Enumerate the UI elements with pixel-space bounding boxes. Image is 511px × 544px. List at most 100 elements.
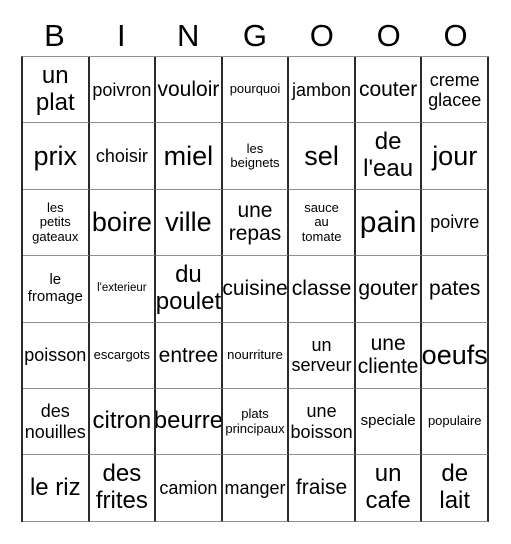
bingo-cell[interactable]: classe [289, 256, 356, 323]
bingo-cell[interactable]: populaire [422, 388, 489, 456]
bingo-cell[interactable]: citron [89, 388, 157, 456]
bingo-cell-text: du poulet [156, 260, 222, 315]
bingo-cell-text: pain [359, 205, 417, 239]
bingo-cell-text: pates [429, 277, 481, 301]
bingo-cell[interactable]: pates [422, 256, 489, 323]
bingo-cell-text: les petits gateaux [32, 199, 79, 244]
bingo-cell[interactable]: pourquoi [222, 57, 290, 124]
bingo-cell-text: une repas [228, 198, 282, 246]
bingo-cell[interactable]: un serveur [289, 322, 356, 389]
bingo-cell-text: pourquoi [229, 81, 281, 97]
bingo-cell-text: jambon [292, 79, 352, 100]
bingo-cell[interactable]: le fromage [23, 256, 90, 323]
bingo-cell-text: gouter [358, 277, 418, 301]
bingo-cell[interactable]: prix [23, 123, 90, 190]
bingo-cell-text: fraise [295, 476, 348, 500]
bingo-cell[interactable]: gouter [355, 256, 423, 323]
bingo-cell[interactable]: fraise [289, 455, 356, 522]
bingo-cell[interactable]: nourriture [222, 322, 290, 389]
bingo-cell-text: une boisson [290, 401, 353, 442]
bingo-cell-text: des frites [95, 460, 148, 515]
bingo-cell-text: ville [165, 207, 212, 238]
bingo-cell[interactable]: cuisine [222, 256, 290, 323]
bingo-cell[interactable]: poivron [89, 57, 157, 124]
bingo-cell[interactable]: plats principaux [222, 388, 290, 456]
bingo-cell[interactable]: sauce au tomate [289, 189, 356, 257]
bingo-cell[interactable]: jambon [289, 57, 356, 124]
bingo-cell[interactable]: pain [355, 189, 423, 257]
bingo-cell-text: un plat [35, 61, 75, 116]
bingo-cell-text: manger [224, 477, 286, 498]
bingo-cell[interactable]: entree [156, 322, 223, 389]
bingo-cell[interactable]: boire [89, 189, 157, 257]
bingo-cell-text: populaire [427, 413, 482, 429]
bingo-cell[interactable]: manger [222, 455, 290, 522]
bingo-cell-text: de lait [439, 460, 471, 515]
bingo-cell[interactable]: sel [289, 123, 356, 190]
bingo-cell-text: des nouilles [24, 401, 86, 442]
bingo-cell[interactable]: miel [156, 123, 223, 190]
bingo-header-letter-1: I [88, 14, 155, 56]
bingo-cell[interactable]: poivre [422, 189, 489, 257]
bingo-cell[interactable]: couter [355, 57, 423, 124]
bingo-cell[interactable]: de l'eau [355, 123, 423, 190]
bingo-cell-text: cuisine [222, 277, 288, 301]
bingo-cell[interactable]: l'exterieur [89, 256, 157, 323]
bingo-header-letter-2: N [155, 14, 222, 56]
bingo-cell[interactable]: poisson [23, 322, 90, 389]
bingo-cell-text: poisson [24, 345, 87, 366]
bingo-cell[interactable]: une cliente [355, 322, 423, 389]
bingo-cell[interactable]: camion [156, 455, 223, 522]
bingo-cell[interactable]: speciale [355, 388, 423, 456]
bingo-cell-text: creme glacee [428, 69, 482, 110]
bingo-header-letter-3: G [222, 14, 289, 56]
bingo-cell[interactable]: des nouilles [23, 388, 90, 456]
bingo-cell[interactable]: beurre [156, 388, 223, 456]
bingo-cell-text: entree [158, 343, 219, 367]
bingo-cell-text: plats principaux [225, 406, 285, 436]
header-letter-text: I [116, 17, 126, 53]
bingo-cell-text: les beignets [230, 140, 280, 171]
bingo-cell-text: l'exterieur [97, 282, 147, 295]
bingo-cell-text: sel [304, 140, 339, 171]
bingo-cell[interactable]: une boisson [289, 388, 356, 456]
header-letter-text: O [443, 17, 468, 53]
bingo-header-letter-4: O [288, 14, 355, 56]
bingo-cell-text: classe [291, 277, 352, 301]
bingo-cell-text: prix [33, 140, 78, 171]
bingo-cell-text: choisir [95, 146, 148, 166]
bingo-cell[interactable]: les beignets [222, 123, 290, 190]
bingo-cell[interactable]: un plat [23, 57, 90, 124]
bingo-cell[interactable]: une repas [222, 189, 290, 257]
bingo-card: B I N G O O O un plat poivron vouloir pourq… [21, 14, 489, 522]
bingo-cell[interactable]: vouloir [156, 57, 223, 124]
bingo-cell-text: oeufs [422, 340, 488, 371]
bingo-header-letter-0: B [21, 14, 88, 56]
bingo-cell[interactable]: le riz [23, 455, 90, 522]
bingo-cell-text: de l'eau [363, 128, 414, 183]
bingo-cell[interactable]: ville [156, 189, 223, 257]
header-letter-text: B [44, 17, 65, 53]
bingo-cell-text: nourriture [227, 346, 283, 362]
bingo-cell-text: jour [432, 140, 478, 171]
bingo-cell-text: escargots [93, 346, 151, 362]
bingo-cell[interactable]: creme glacee [422, 57, 489, 124]
bingo-cell[interactable]: jour [422, 123, 489, 190]
header-letter-text: N [176, 17, 200, 53]
bingo-cell[interactable]: choisir [89, 123, 157, 190]
header-letter-text: O [376, 17, 401, 53]
bingo-grid: un plat poivron vouloir pourquoi jambon coute… [21, 56, 489, 522]
bingo-cell[interactable]: les petits gateaux [23, 189, 90, 257]
header-letter-text: O [309, 17, 334, 53]
bingo-cell[interactable]: un cafe [355, 455, 423, 522]
bingo-cell[interactable]: du poulet [156, 256, 223, 323]
bingo-cell[interactable]: oeufs [422, 322, 489, 389]
bingo-cell[interactable]: des frites [89, 455, 157, 522]
bingo-header-row: B I N G O O O [21, 14, 489, 56]
bingo-cell[interactable]: escargots [89, 322, 157, 389]
bingo-cell-text: le fromage [27, 271, 83, 305]
bingo-cell-text: poivron [92, 79, 152, 100]
bingo-cell-text: speciale [360, 412, 416, 430]
bingo-cell-text: couter [358, 77, 418, 101]
bingo-cell[interactable]: de lait [422, 455, 489, 522]
